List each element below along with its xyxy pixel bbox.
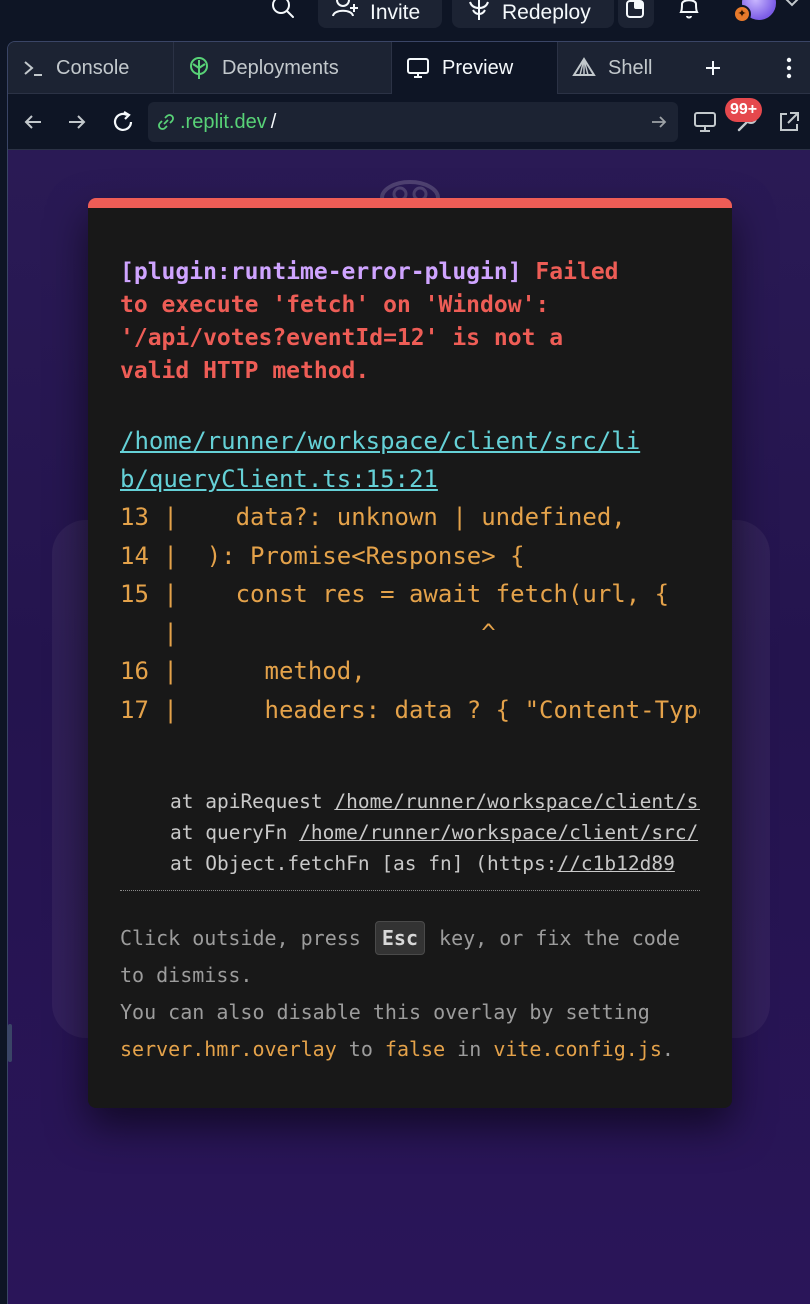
esc-key: Esc [374,921,425,955]
multiplayer-button[interactable] [618,0,654,28]
tip-config-file: vite.config.js [493,1037,662,1061]
code-line: 14 | ): Promise<Response> { [120,541,525,570]
error-count-badge: 99+ [725,98,763,122]
tab-console[interactable]: Console [8,42,174,94]
more-vertical-icon [786,57,792,79]
go-arrow-icon[interactable] [648,111,670,133]
tip-text: to [336,1037,385,1061]
code-line: 16 | method, [120,657,366,685]
error-overlay[interactable]: [plugin:runtime-error-plugin] Failed to … [88,198,732,1108]
deployments-icon [190,57,208,79]
pane-menu-button[interactable] [774,53,804,83]
error-message-line: Failed [521,259,619,285]
stack-trace: at apiRequest /home/runner/workspace/cli… [170,786,700,879]
error-message-line: '/api/votes?eventId=12' is not a [120,325,564,351]
tab-preview-label: Preview [442,56,514,79]
bell-icon [679,0,699,19]
reload-button[interactable] [108,107,138,137]
overlay-divider [120,890,700,891]
invite-label: Invite [370,1,421,24]
stack-frame-link[interactable]: //c1b12d89 [557,852,674,875]
terminal-icon [24,61,42,76]
tip-setting: server.hmr.overlay [120,1037,337,1061]
monitor-icon [407,58,429,78]
tab-console-label: Console [56,56,130,79]
tip-value: false [384,1037,446,1061]
tip-text: Click outside, press [120,926,373,950]
tip-text: You can also disable this overlay by set… [120,1000,650,1024]
tip-text: key, or fix the code [427,926,680,950]
dismiss-tip: Click outside, press Esc key, or fix the… [120,920,710,1068]
resize-handle[interactable] [8,1024,12,1062]
reload-icon [113,111,133,131]
link-icon [158,114,174,130]
redeploy-label: Redeploy [502,1,591,24]
error-message: [plugin:runtime-error-plugin] Failed to … [120,256,700,388]
add-tab-button[interactable] [698,53,728,83]
invite-button[interactable]: Invite [318,0,442,28]
back-button[interactable] [18,107,48,137]
error-file-line: b/queryClient.ts:15:21 [120,465,438,493]
external-link-icon [780,112,799,131]
add-user-icon [332,0,358,17]
forward-button[interactable] [62,107,92,137]
tab-deployments-label: Deployments [222,56,339,79]
pane-tabs: Console Deployments Preview Shell [8,42,810,94]
workspace-header: Invite Redeploy ✦ [0,0,810,40]
code-line: 15 | const res = await fetch(url, { [120,580,670,608]
stack-frame-prefix: at apiRequest [170,790,335,813]
devices-button[interactable] [690,107,720,137]
redeploy-button[interactable]: Redeploy [452,0,614,28]
windows-icon [626,0,644,18]
tab-shell-label: Shell [608,56,653,79]
tab-shell[interactable]: Shell [558,42,700,94]
url-path: / [270,110,277,133]
stack-frame-link[interactable]: /home/runner/workspace/client/src/lib/qu… [334,790,700,813]
code-line: | ^ [120,618,496,647]
error-message-line: to execute 'fetch' on 'Window': [120,292,550,318]
arrow-left-icon [24,115,41,129]
device-icon [694,112,716,132]
avatar-status-icon: ✦ [733,5,751,23]
error-plugin-name: [plugin:runtime-error-plugin] [120,259,522,285]
code-line: 13 | data?: unknown | undefined, [120,503,626,531]
stack-frame-prefix: at Object.fetchFn [as fn] (https: [170,852,558,875]
preview-toolbar: .replit.dev/ 99+ [8,94,810,150]
arrow-right-icon [69,115,86,129]
notifications-button[interactable] [674,0,704,24]
search-button[interactable] [266,0,300,26]
tip-text: . [661,1037,674,1061]
stack-frame-link[interactable]: /home/runner/workspace/client/src/pages/… [299,821,700,844]
plus-icon [706,61,720,75]
code-frame: 13 | data?: unknown | undefined, 14 | ):… [120,498,700,729]
tip-text: in [445,1037,494,1061]
search-icon [272,0,294,18]
tab-preview[interactable]: Preview [392,42,558,94]
shell-icon [572,57,596,76]
code-line: 17 | headers: data ? { "Content-Type" [120,695,700,724]
stack-frame-prefix: at queryFn [170,821,300,844]
tip-text: to dismiss. [120,963,253,987]
chevron-down-icon[interactable] [782,0,802,14]
error-message-line: valid HTTP method. [120,358,370,384]
error-file-link[interactable]: /home/runner/workspace/client/src/li b/q… [120,422,700,498]
deploy-icon [469,0,489,20]
open-new-tab-button[interactable] [774,107,804,137]
error-file-line: /home/runner/workspace/client/src/li [120,427,641,455]
tab-deployments[interactable]: Deployments [174,42,392,94]
url-domain: .replit.dev [180,110,267,133]
url-input[interactable]: .replit.dev / [148,102,678,142]
